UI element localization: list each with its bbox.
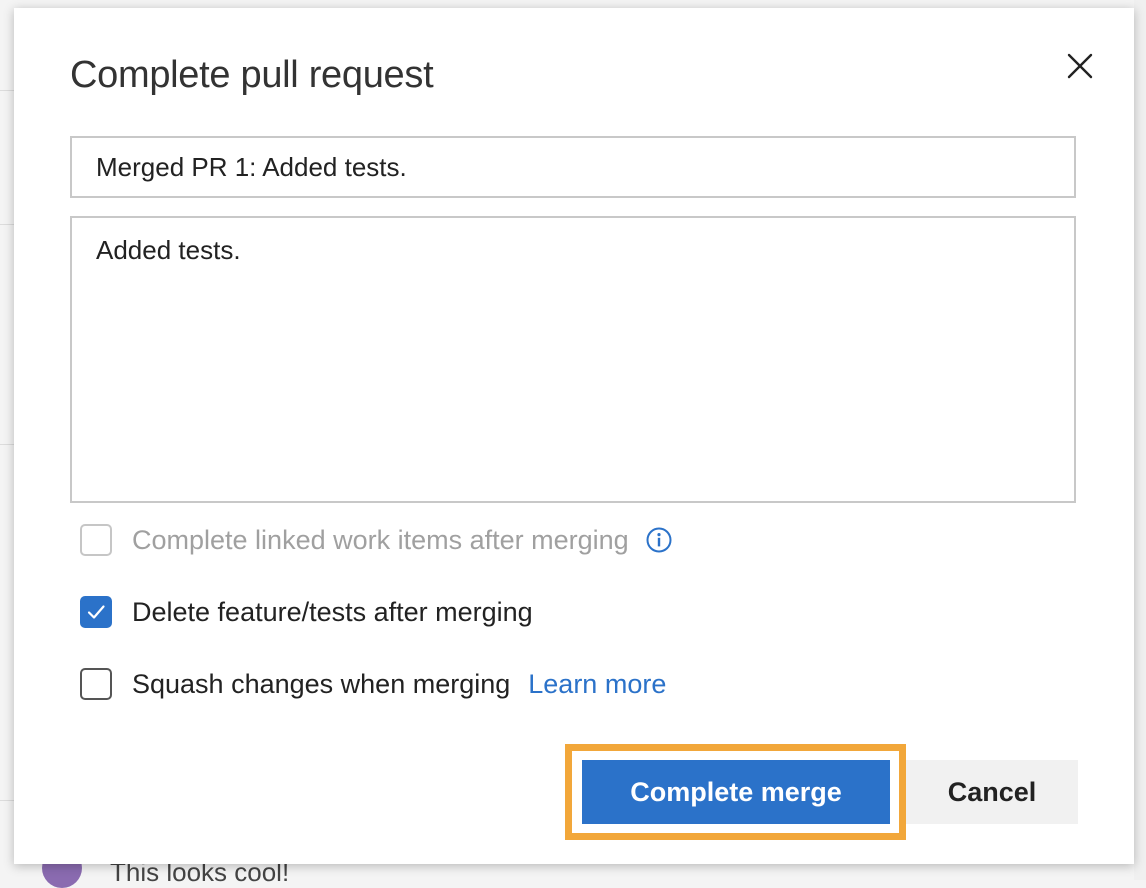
background-panel <box>1134 0 1146 880</box>
cancel-button[interactable]: Cancel <box>906 760 1078 824</box>
merge-title-input[interactable] <box>70 136 1076 198</box>
background-divider <box>0 224 14 225</box>
complete-merge-button[interactable]: Complete merge <box>582 760 890 824</box>
dialog-title: Complete pull request <box>70 54 434 96</box>
close-icon <box>1067 53 1093 79</box>
complete-work-items-label: Complete linked work items after merging <box>132 524 629 555</box>
option-complete-work-items: Complete linked work items after merging <box>80 523 673 557</box>
close-button[interactable] <box>1060 46 1100 86</box>
learn-more-link[interactable]: Learn more <box>528 669 666 700</box>
background-divider <box>0 444 14 445</box>
delete-branch-checkbox[interactable] <box>80 596 112 628</box>
squash-label: Squash changes when merging <box>132 668 511 699</box>
background-divider <box>0 90 14 91</box>
background-divider <box>0 800 14 801</box>
checkmark-icon <box>87 605 105 619</box>
info-icon[interactable] <box>645 526 673 554</box>
squash-checkbox[interactable] <box>80 668 112 700</box>
complete-pull-request-dialog: Complete pull request Added tests. Compl… <box>14 8 1134 864</box>
option-delete-branch: Delete feature/tests after merging <box>80 595 533 629</box>
option-squash: Squash changes when merging Learn more <box>80 667 666 701</box>
merge-description-textarea[interactable]: Added tests. <box>70 216 1076 503</box>
complete-work-items-checkbox[interactable] <box>80 524 112 556</box>
delete-branch-label: Delete feature/tests after merging <box>132 596 533 627</box>
